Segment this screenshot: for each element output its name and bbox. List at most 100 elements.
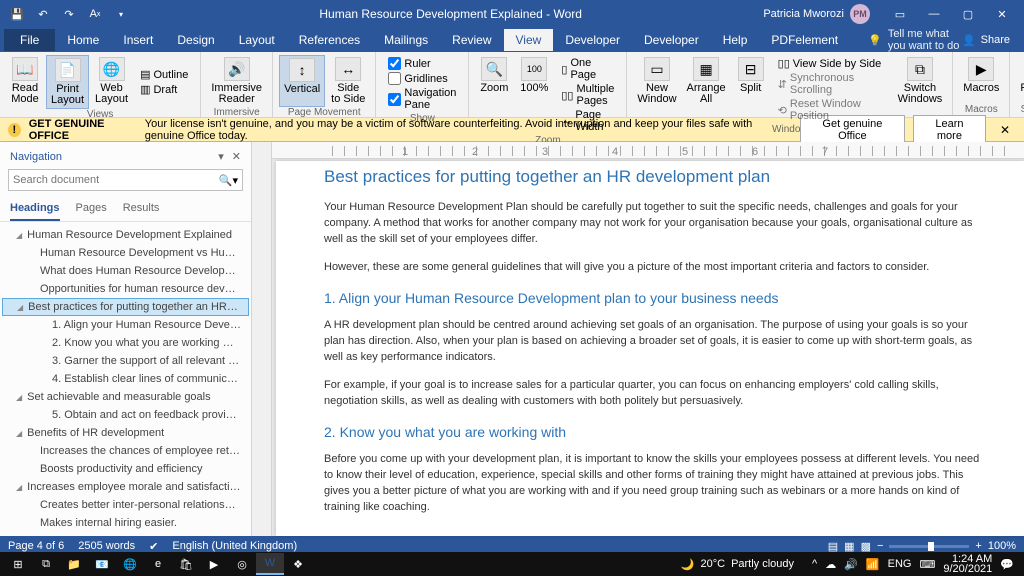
task-view-icon[interactable]: ⧉	[32, 553, 60, 575]
outline-item[interactable]: Creates better inter-personal relationsh…	[2, 496, 249, 514]
ribbon-options-icon[interactable]: ▭	[884, 3, 916, 25]
outline-item[interactable]: What does Human Resource Development ent…	[2, 262, 249, 280]
tab-help[interactable]: Help	[711, 29, 760, 51]
app-icon[interactable]: ❖	[284, 553, 312, 575]
close-icon[interactable]: ✕	[986, 3, 1018, 25]
learn-more-button[interactable]: Learn more	[913, 115, 986, 145]
checkbox[interactable]	[388, 93, 401, 106]
clear-format-icon[interactable]: Ax	[84, 3, 106, 25]
outline-item[interactable]: Best practices for putting together an H…	[2, 298, 249, 316]
multiple-pages-button[interactable]: ▯▯Multiple Pages	[561, 83, 614, 107]
zoom-icon[interactable]: ▶	[200, 553, 228, 575]
draft-button[interactable]: ▥Draft	[140, 83, 188, 96]
vertical-button[interactable]: ↕Vertical	[279, 55, 325, 107]
zoom-out-button[interactable]: −	[877, 540, 883, 552]
tab-insert[interactable]: Insert	[111, 29, 165, 51]
explorer-icon[interactable]: 📁	[60, 553, 88, 575]
maximize-icon[interactable]: ▢	[952, 3, 984, 25]
immersive-reader-button[interactable]: 🔊Immersive Reader	[207, 55, 266, 107]
outline-tree[interactable]: Human Resource Development ExplainedHuma…	[0, 222, 251, 536]
outline-item[interactable]: Increases the chances of employee retent…	[2, 442, 249, 460]
start-button[interactable]: ⊞	[4, 553, 32, 575]
outline-item[interactable]: Benefits of HR development	[2, 424, 249, 442]
store-icon[interactable]: 🛍	[172, 553, 200, 575]
notifications-icon[interactable]: 💬	[1000, 558, 1014, 571]
view-print-icon[interactable]: ▦	[844, 540, 854, 553]
tab-review[interactable]: Review	[440, 29, 503, 51]
tell-me[interactable]: 💡 Tell me what you want to do	[868, 28, 962, 52]
language-icon[interactable]: ENG	[888, 558, 912, 570]
gridlines-checkbox[interactable]: Gridlines	[388, 72, 456, 85]
outline-item[interactable]: 3. Garner the support of all relevant st…	[2, 352, 249, 370]
web-layout-button[interactable]: 🌐Web Layout	[91, 55, 132, 109]
nav-tab-results[interactable]: Results	[123, 197, 160, 221]
tab-layout[interactable]: Layout	[227, 29, 287, 51]
read-mode-button[interactable]: 📖Read Mode	[6, 55, 44, 109]
arrange-all-button[interactable]: ▦Arrange All	[683, 55, 730, 124]
save-icon[interactable]: 💾	[6, 3, 28, 25]
outline-item[interactable]: 4. Establish clear lines of communicatio…	[2, 370, 249, 388]
search-icon[interactable]: 🔍▾	[219, 174, 238, 187]
outline-item[interactable]: 2. Know you what you are working with	[2, 334, 249, 352]
navpane-checkbox[interactable]: Navigation Pane	[388, 87, 456, 111]
view-read-icon[interactable]: ▤	[828, 540, 838, 553]
reset-window-button[interactable]: ⟲Reset Window Position	[778, 98, 886, 122]
word-count[interactable]: 2505 words	[78, 540, 135, 552]
file-tab[interactable]: File	[4, 29, 55, 51]
language-indicator[interactable]: English (United Kingdom)	[172, 540, 297, 552]
volume-icon[interactable]: 🔊	[844, 558, 858, 571]
proofing-icon[interactable]: ✔	[149, 540, 158, 553]
tab-design[interactable]: Design	[165, 29, 226, 51]
outline-item[interactable]: Makes internal hiring easier.	[2, 514, 249, 532]
outline-button[interactable]: ▤Outline	[140, 68, 188, 81]
page-indicator[interactable]: Page 4 of 6	[8, 540, 64, 552]
zoom-in-button[interactable]: +	[975, 540, 981, 552]
vertical-ruler[interactable]	[252, 142, 272, 536]
chrome-icon[interactable]: ◎	[228, 553, 256, 575]
outline-item[interactable]: 5. Obtain and act on feedback provided	[2, 406, 249, 424]
clock[interactable]: 1:24 AM 9/20/2021	[943, 554, 992, 574]
tray-up-icon[interactable]: ^	[812, 558, 817, 570]
sync-scroll-button[interactable]: ⇵Synchronous Scrolling	[778, 72, 886, 96]
zoom-slider[interactable]	[889, 545, 969, 548]
outline-item[interactable]: Boosts productivity and efficiency	[2, 460, 249, 478]
tab-view[interactable]: View	[504, 29, 554, 51]
checkbox[interactable]	[388, 72, 401, 85]
print-layout-button[interactable]: 📄Print Layout	[46, 55, 89, 109]
tab-mailings[interactable]: Mailings	[372, 29, 440, 51]
minimize-icon[interactable]: —	[918, 3, 950, 25]
outline-item[interactable]: Human Resource Development Explained	[2, 226, 249, 244]
edge-icon[interactable]: e	[144, 553, 172, 575]
undo-icon[interactable]: ↶	[32, 3, 54, 25]
wifi-icon[interactable]: 📶	[866, 558, 880, 571]
share-button[interactable]: 👤 Share	[962, 34, 1010, 47]
tab-references[interactable]: References	[287, 29, 372, 51]
side-to-side-button[interactable]: ↔Side to Side	[327, 55, 369, 107]
outline-item[interactable]: Set achievable and measurable goals	[2, 388, 249, 406]
nav-close-icon[interactable]: ✕	[232, 150, 241, 163]
checkbox[interactable]	[388, 57, 401, 70]
nav-tab-pages[interactable]: Pages	[76, 197, 107, 221]
page-content[interactable]: Best practices for putting together an H…	[276, 161, 1024, 536]
view-web-icon[interactable]: ▩	[861, 540, 871, 553]
outline-item[interactable]: Human Resource Development vs Human Reso…	[2, 244, 249, 262]
zoom-level[interactable]: 100%	[988, 540, 1016, 552]
side-by-side-button[interactable]: ▯▯View Side by Side	[778, 57, 886, 70]
tab-developer[interactable]: Developer	[553, 29, 632, 51]
close-warning-icon[interactable]: ✕	[994, 123, 1016, 137]
weather-widget[interactable]: 🌙 20°C Partly cloudy	[681, 558, 794, 571]
outlook-icon[interactable]: 📧	[88, 553, 116, 575]
redo-icon[interactable]: ↷	[58, 3, 80, 25]
tab-developer-2[interactable]: Developer	[632, 29, 711, 51]
properties-button[interactable]: 📋Properties	[1016, 55, 1024, 104]
onedrive-icon[interactable]: ☁	[825, 558, 836, 571]
horizontal-ruler[interactable]: 1234567	[272, 142, 1024, 159]
avatar[interactable]: PM	[850, 4, 870, 24]
user-name[interactable]: Patricia Mworozi	[763, 8, 844, 20]
split-button[interactable]: ⊟Split	[732, 55, 770, 124]
outline-item[interactable]: 1. Align your Human Resource Development…	[2, 316, 249, 334]
nav-tab-headings[interactable]: Headings	[10, 197, 60, 221]
one-page-button[interactable]: ▯One Page	[561, 57, 614, 81]
qat-more-icon[interactable]: ▾	[110, 3, 132, 25]
new-window-button[interactable]: ▭New Window	[633, 55, 680, 124]
